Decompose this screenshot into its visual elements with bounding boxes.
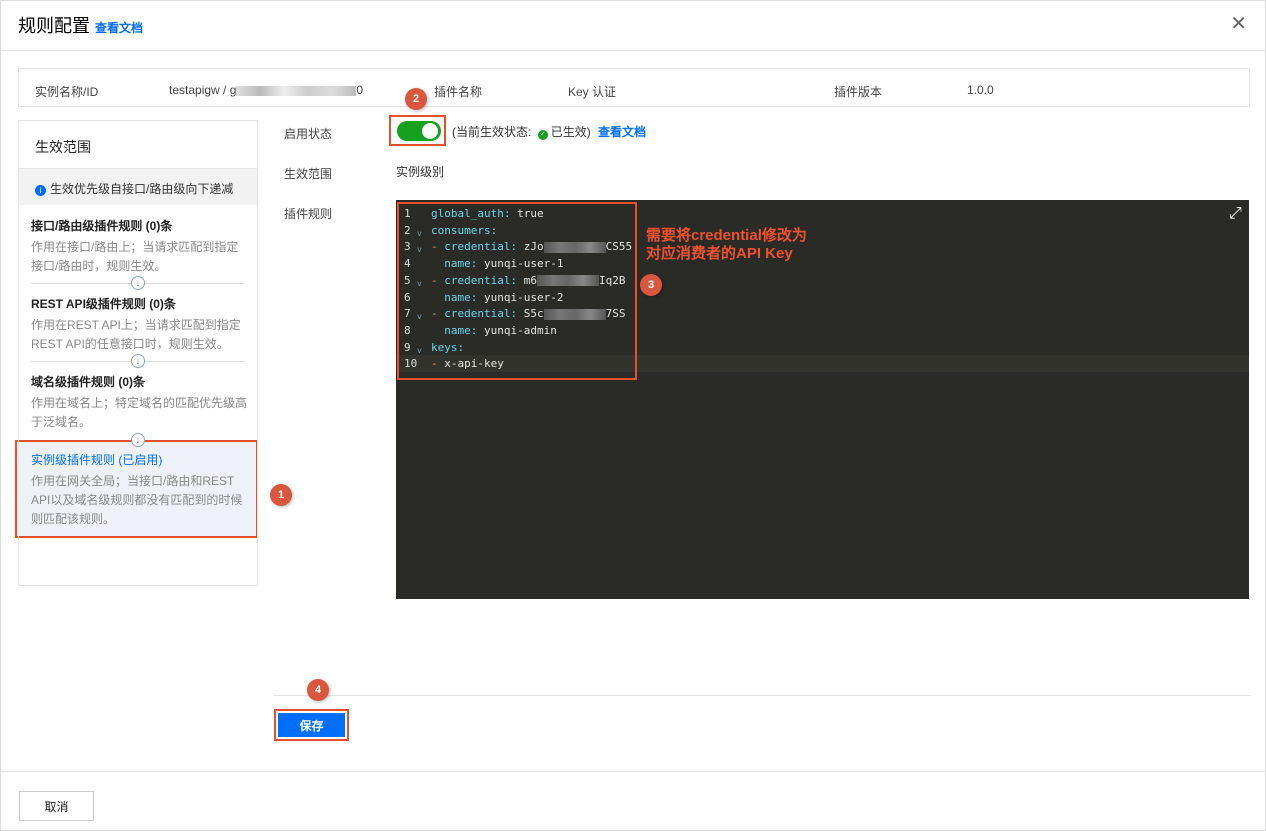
rules-label: 插件规则 <box>284 207 333 221</box>
rule-title: 域名级插件规则 (0)条 <box>31 375 146 389</box>
instance-label: 实例名称/ID <box>35 85 99 99</box>
redacted-id <box>236 85 357 96</box>
check-circle-icon: ✓ <box>537 130 548 140</box>
tip-text: 生效优先级自接口/路由级向下递减 <box>50 182 234 196</box>
scope-label: 生效范围 <box>284 167 333 181</box>
rule-desc: 作用在网关全局；当接口/路由和REST API以及域名级规则都没有匹配到的时候则… <box>31 474 243 526</box>
scope-title: 生效范围 <box>19 121 257 169</box>
step-badge-4: 4 <box>307 679 329 701</box>
rule-route[interactable]: 接口/路由级插件规则 (0)条作用在接口/路由上；当请求匹配到指定接口/路由时，… <box>31 217 249 276</box>
save-button[interactable]: 保存 <box>278 713 345 737</box>
priority-tip: i 生效优先级自接口/路由级向下递减 <box>19 169 257 205</box>
instance-info-bar: 实例名称/ID testapigw / g0 插件名称 Key 认证 插件版本 … <box>18 68 1250 107</box>
arrow-down-icon: ↓ <box>131 433 145 447</box>
save-highlight: 保存 <box>274 709 349 741</box>
plugin-version-label: 插件版本 <box>834 85 883 99</box>
rule-title: REST API级插件规则 (0)条 <box>31 297 176 311</box>
expand-icon[interactable]: ⤢ <box>1229 205 1242 223</box>
close-icon[interactable]: ✕ <box>1230 11 1247 36</box>
arrow-down-icon: ↓ <box>131 276 145 290</box>
status-value: 已生效) <box>550 125 591 139</box>
step-badge-2: 2 <box>405 88 427 110</box>
instance-suffix: 0 <box>356 83 364 97</box>
scope-value: 实例级别 <box>396 165 445 179</box>
arrow-down-icon: ↓ <box>131 354 145 368</box>
divider <box>1 771 1266 772</box>
rule-title: 实例级插件规则 (已启用) <box>31 453 163 467</box>
plugin-name-label: 插件名称 <box>434 85 483 99</box>
step-badge-3: 3 <box>640 274 662 296</box>
step-badge-1: 1 <box>270 484 292 506</box>
rule-desc: 作用在域名上；特定域名的匹配优先级高于泛域名。 <box>31 396 248 429</box>
dialog-header: 规则配置 查看文档 ✕ <box>1 1 1266 51</box>
rule-desc: 作用在接口/路由上；当请求匹配到指定接口/路由时，规则生效。 <box>31 240 239 273</box>
status-line: (当前生效状态: ✓ 已生效) 查看文档 <box>452 123 646 140</box>
status-prefix: (当前生效状态: <box>452 125 532 139</box>
info-icon: i <box>35 185 46 196</box>
toggle-knob <box>422 123 438 139</box>
instance-prefix: testapigw / g <box>169 83 237 97</box>
plugin-version: 1.0.0 <box>967 83 994 97</box>
dialog-title: 规则配置 查看文档 <box>18 12 143 38</box>
enable-toggle[interactable] <box>397 121 441 141</box>
note-line-1: 需要将credential修改为 <box>646 227 807 244</box>
rule-instance[interactable]: 实例级插件规则 (已启用) 作用在网关全局；当接口/路由和REST API以及域名… <box>31 451 249 529</box>
status-doc-link[interactable]: 查看文档 <box>598 125 646 139</box>
title-text: 规则配置 <box>18 16 90 36</box>
annotation-note: 需要将credential修改为 对应消费者的API Key <box>646 227 807 263</box>
divider <box>273 695 1250 696</box>
plugin-name: Key 认证 <box>568 85 617 99</box>
rule-domain[interactable]: 域名级插件规则 (0)条作用在域名上；特定域名的匹配优先级高于泛域名。 <box>31 373 249 432</box>
note-line-2: 对应消费者的API Key <box>646 245 793 262</box>
scope-panel: 生效范围 i 生效优先级自接口/路由级向下递减 接口/路由级插件规则 (0)条作用… <box>18 120 258 586</box>
enable-label: 启用状态 <box>284 127 333 141</box>
rule-rest-api[interactable]: REST API级插件规则 (0)条作用在REST API上；当请求匹配到指定R… <box>31 295 249 354</box>
rule-desc: 作用在REST API上；当请求匹配到指定REST API的任意接口时，规则生效… <box>31 318 241 351</box>
rule-title: 接口/路由级插件规则 (0)条 <box>31 219 173 233</box>
enable-toggle-highlight <box>389 115 446 146</box>
header-doc-link[interactable]: 查看文档 <box>95 21 143 35</box>
code-highlight-box <box>397 202 637 380</box>
instance-value: testapigw / g 0 <box>169 83 363 97</box>
cancel-button[interactable]: 取消 <box>19 791 94 821</box>
